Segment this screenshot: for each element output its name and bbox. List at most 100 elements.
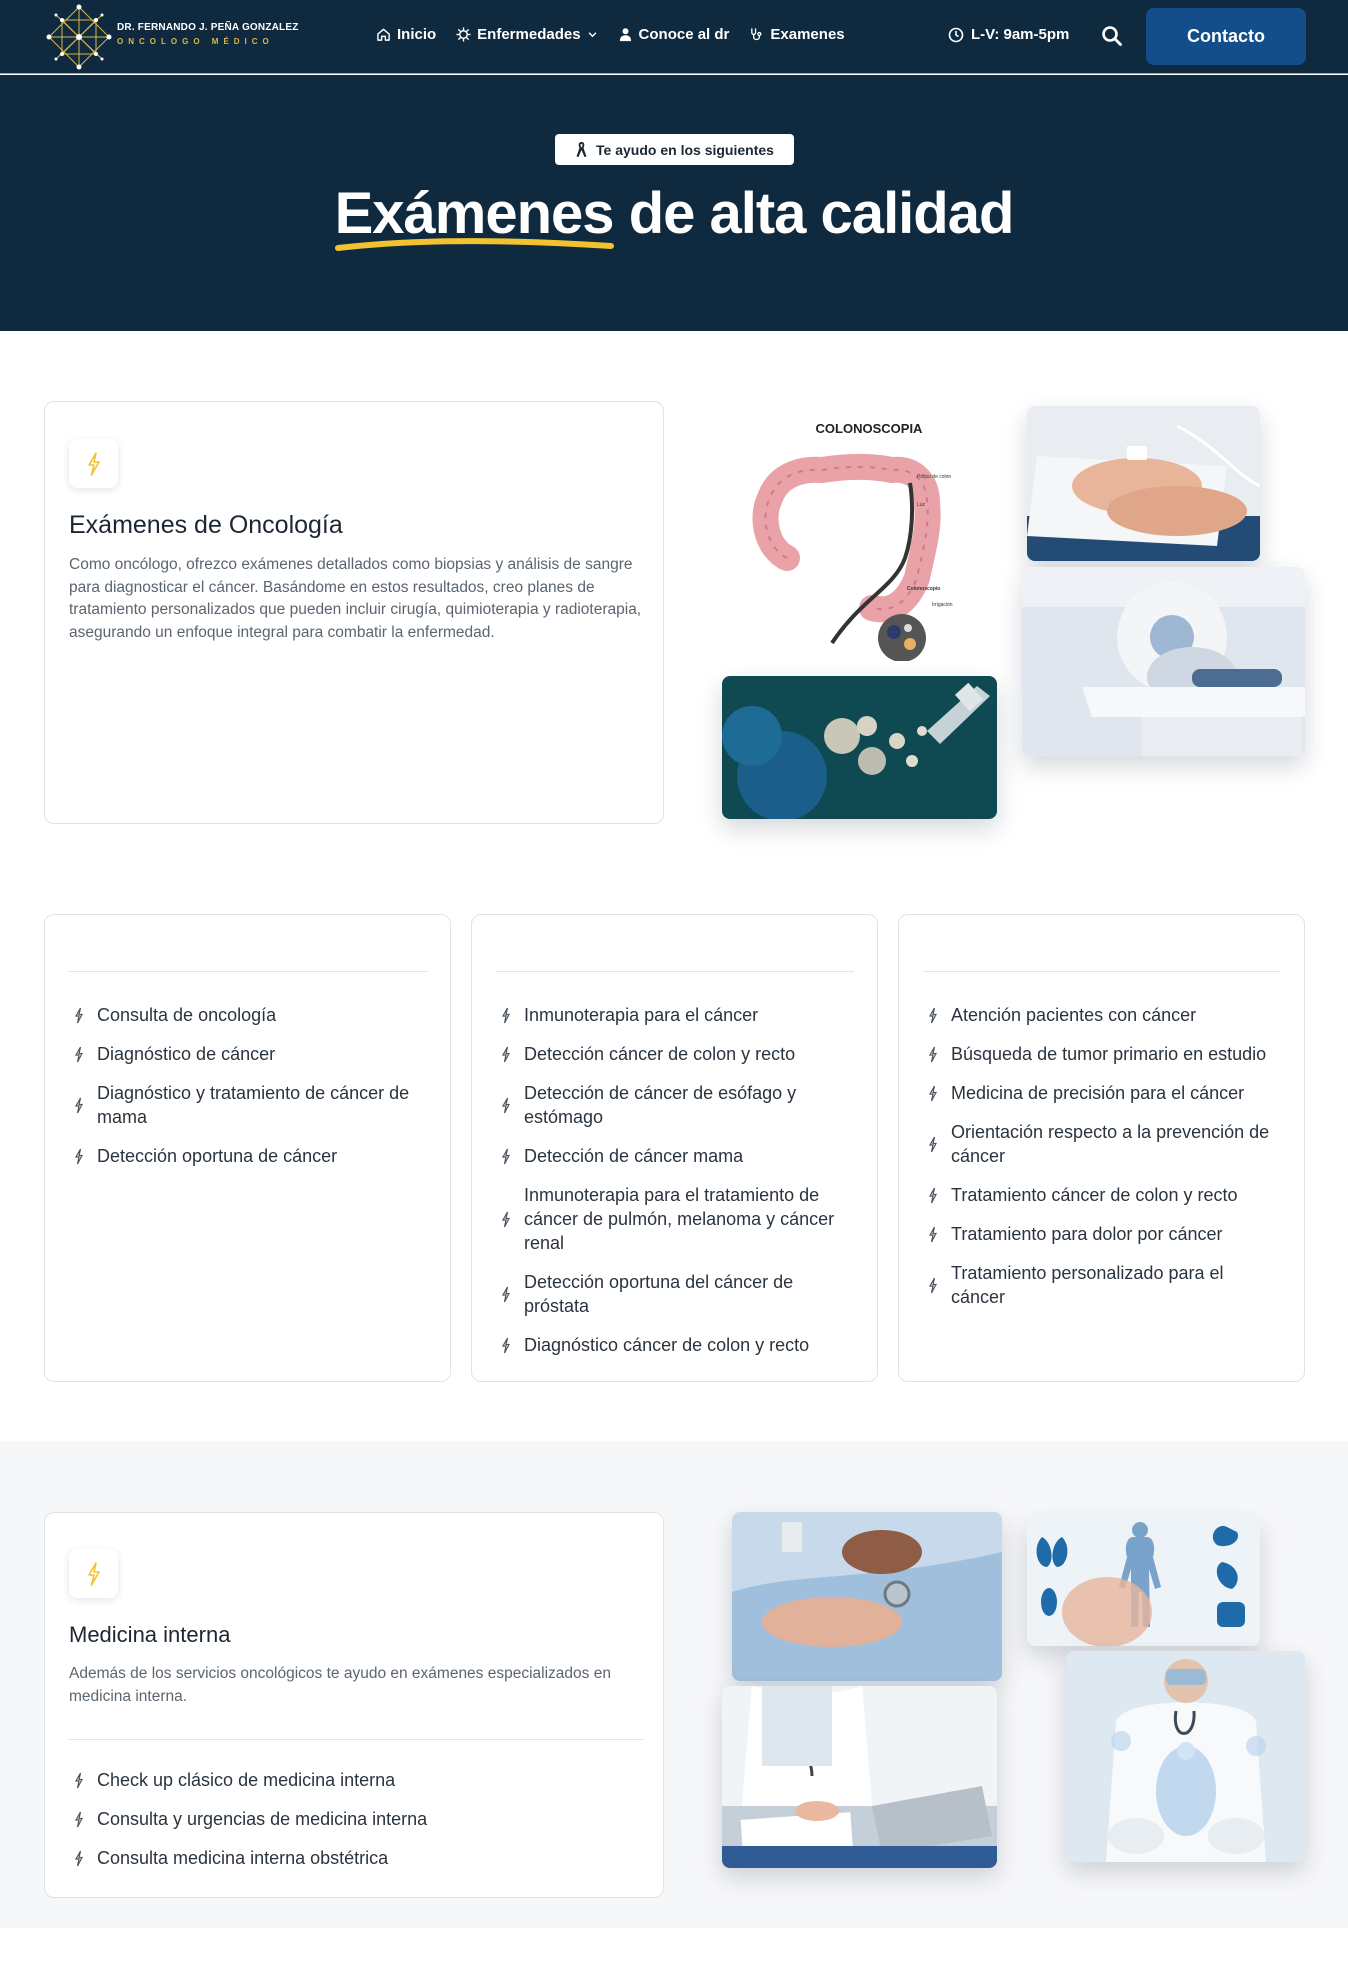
- colonoscopy-caption: COLONOSCOPIA: [816, 421, 924, 436]
- service-item-label: Tratamiento personalizado para el cáncer: [951, 1263, 1224, 1307]
- column-divider: [69, 971, 427, 972]
- svg-text:Irrigación: Irrigación: [932, 602, 953, 608]
- doctor-icon: [619, 28, 631, 42]
- service-item[interactable]: Medicina de precisión para el cáncer: [923, 1081, 1281, 1105]
- services-list-2: Inmunoterapia para el cáncer Detección c…: [496, 1003, 854, 1357]
- office-hours-text: L-V: 9am-5pm: [971, 26, 1070, 43]
- service-item[interactable]: Tratamiento personalizado para el cáncer: [923, 1261, 1281, 1309]
- doctor-writing-photo: [722, 1686, 997, 1868]
- service-item-label: Inmunoterapia para el cáncer: [524, 1005, 759, 1025]
- lightning-icon: [928, 1136, 937, 1153]
- top-navigation-bar: DR. FERNANDO J. PEÑA GONZALEZ ONCOLOGO M…: [0, 0, 1348, 74]
- organs-illustration: [1027, 1517, 1260, 1646]
- service-item-label: Detección oportuna de cáncer: [97, 1146, 338, 1166]
- service-item[interactable]: Consulta medicina interna obstétrica: [69, 1846, 644, 1870]
- radiotherapy-illustration: [1022, 567, 1305, 756]
- lightning-icon: [501, 1046, 510, 1063]
- clock-icon: [948, 27, 964, 42]
- service-item-label: Diagnóstico cáncer de colon y recto: [524, 1335, 810, 1355]
- cells-illustration: [722, 676, 997, 819]
- service-item-label: Búsqueda de tumor primario en estudio: [951, 1044, 1267, 1064]
- service-item[interactable]: Búsqueda de tumor primario en estudio: [923, 1042, 1281, 1066]
- lightning-icon: [501, 1097, 510, 1114]
- service-item[interactable]: Detección oportuna de cáncer: [69, 1144, 427, 1168]
- hero-title-rest: de alta calidad: [613, 181, 1015, 246]
- digital-health-doctor-photo: [1066, 1651, 1305, 1862]
- service-item-label: Check up clásico de medicina interna: [97, 1770, 396, 1790]
- column-divider: [496, 971, 854, 972]
- digital-health-illustration: [1066, 1651, 1305, 1862]
- service-item-label: Diagnóstico y tratamiento de cáncer de m…: [97, 1083, 410, 1127]
- service-item-label: Detección de cáncer de esófago y estómag…: [524, 1083, 797, 1127]
- virus-icon: [456, 27, 471, 42]
- service-item[interactable]: Consulta de oncología: [69, 1003, 427, 1027]
- logo-name: DR. FERNANDO J. PEÑA GONZALEZ: [117, 22, 299, 33]
- service-item[interactable]: Diagnóstico de cáncer: [69, 1042, 427, 1066]
- human-body-organs-photo: [1027, 1517, 1260, 1646]
- doctor-writing-illustration: [722, 1686, 997, 1868]
- card-divider: [69, 1739, 644, 1740]
- internal-icon-box: [69, 1549, 118, 1598]
- lightning-icon: [501, 1337, 510, 1354]
- office-hours: L-V: 9am-5pm: [948, 26, 1069, 43]
- hero-badge-text: Te ayudo en los siguientes: [596, 141, 774, 158]
- lightning-icon: [928, 1085, 937, 1102]
- search-icon[interactable]: [1101, 25, 1123, 47]
- hero-title-highlight: Exámenes: [334, 180, 615, 251]
- radiotherapy-machine-photo: [1022, 567, 1305, 756]
- service-item-label: Atención pacientes con cáncer: [951, 1005, 1197, 1025]
- service-item[interactable]: Consulta y urgencias de medicina interna: [69, 1807, 644, 1831]
- stethoscope-exam-photo: [732, 1512, 1002, 1681]
- service-item[interactable]: Atención pacientes con cáncer: [923, 1003, 1281, 1027]
- service-item[interactable]: Orientación respecto a la prevención de …: [923, 1120, 1281, 1168]
- column-divider: [923, 971, 1281, 972]
- service-item-label: Consulta y urgencias de medicina interna: [97, 1809, 428, 1829]
- service-item[interactable]: Inmunoterapia para el tratamiento de cán…: [496, 1183, 854, 1255]
- service-item-label: Detección de cáncer mama: [524, 1146, 744, 1166]
- internal-title: Medicina interna: [69, 1622, 231, 1647]
- lightning-icon: [87, 1561, 100, 1586]
- service-item[interactable]: Tratamiento para dolor por cáncer: [923, 1222, 1281, 1246]
- logo-icon[interactable]: [44, 3, 114, 71]
- chevron-down-icon: [588, 32, 596, 38]
- lightning-icon: [501, 1286, 510, 1303]
- stethoscope-exam-illustration: [732, 1512, 1002, 1681]
- lightning-icon: [74, 1046, 83, 1063]
- oncology-description: Como oncólogo, ofrezco exámenes detallad…: [69, 556, 642, 641]
- services-column-3: Atención pacientes con cáncer Búsqueda d…: [898, 914, 1305, 1382]
- lightning-icon: [928, 1046, 937, 1063]
- nav-inicio[interactable]: Inicio: [376, 26, 436, 43]
- service-item[interactable]: Detección cáncer de colon y recto: [496, 1042, 854, 1066]
- service-item[interactable]: Diagnóstico cáncer de colon y recto: [496, 1333, 854, 1357]
- lightning-icon: [74, 1772, 83, 1789]
- service-item-label: Tratamiento cáncer de colon y recto: [951, 1185, 1238, 1205]
- services-column-2: Inmunoterapia para el cáncer Detección c…: [471, 914, 878, 1382]
- service-item[interactable]: Detección oportuna del cáncer de próstat…: [496, 1270, 854, 1318]
- service-item[interactable]: Detección de cáncer de esófago y estómag…: [496, 1081, 854, 1129]
- service-item[interactable]: Inmunoterapia para el cáncer: [496, 1003, 854, 1027]
- service-item-label: Inmunoterapia para el tratamiento de cán…: [524, 1185, 835, 1253]
- service-item[interactable]: Detección de cáncer mama: [496, 1144, 854, 1168]
- nav-enfermedades[interactable]: Enfermedades: [456, 26, 597, 43]
- nav-conoce-al-dr[interactable]: Conoce al dr: [618, 26, 730, 43]
- microscopic-cells-photo: [722, 676, 997, 819]
- lightning-icon: [928, 1187, 937, 1204]
- ribbon-icon: [576, 142, 587, 157]
- colon-illustration: COLONOSCOPIA Pólipo de colon Luz Colonos…: [722, 408, 996, 661]
- service-item[interactable]: Check up clásico de medicina interna: [69, 1768, 644, 1792]
- nav-examenes[interactable]: Examenes: [749, 26, 845, 43]
- nav-conoce-label: Conoce al dr: [638, 26, 730, 43]
- service-item-label: Diagnóstico de cáncer: [97, 1044, 276, 1064]
- service-item-label: Consulta de oncología: [97, 1005, 277, 1025]
- logo-text[interactable]: DR. FERNANDO J. PEÑA GONZALEZ ONCOLOGO M…: [117, 22, 299, 46]
- logo-subtitle: ONCOLOGO MÉDICO: [117, 37, 274, 46]
- lightning-icon: [501, 1007, 510, 1024]
- nav-enfermedades-label: Enfermedades: [477, 26, 581, 43]
- service-item[interactable]: Diagnóstico y tratamiento de cáncer de m…: [69, 1081, 427, 1129]
- underline-decoration: [334, 237, 614, 251]
- service-item[interactable]: Tratamiento cáncer de colon y recto: [923, 1183, 1281, 1207]
- hero-title: Exámenes de alta calidad: [0, 180, 1348, 251]
- home-icon: [377, 28, 390, 41]
- service-item-label: Medicina de precisión para el cáncer: [951, 1083, 1245, 1103]
- contact-button[interactable]: Contacto: [1146, 8, 1306, 65]
